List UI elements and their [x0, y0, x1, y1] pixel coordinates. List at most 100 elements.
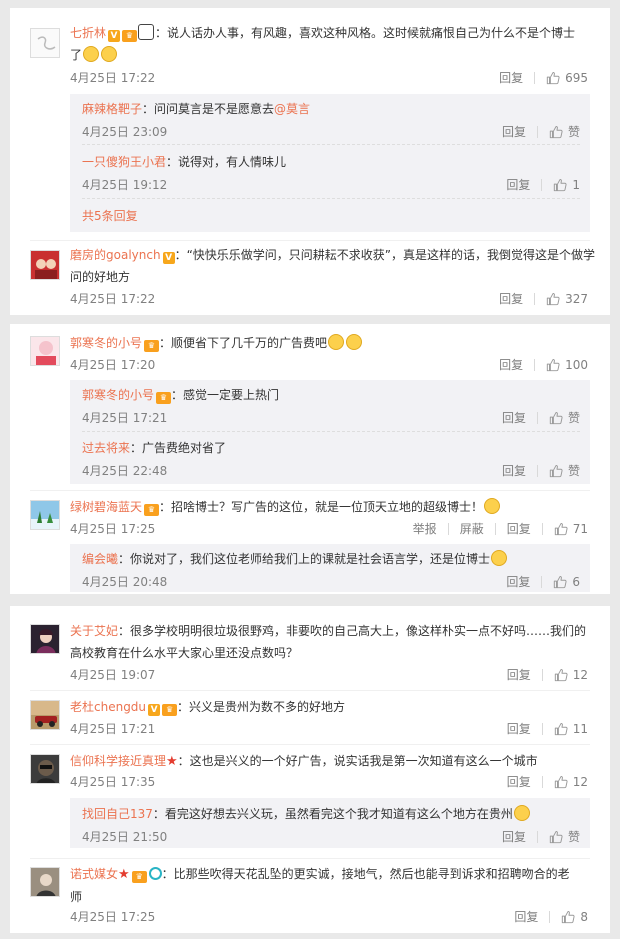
avatar[interactable]	[30, 28, 60, 58]
reply-button[interactable]: 回复	[506, 177, 530, 193]
like-button[interactable]: 12	[554, 667, 588, 683]
user-name[interactable]: 找回自己137	[82, 807, 153, 821]
emoji-icon	[83, 46, 100, 62]
like-button[interactable]: 11	[554, 721, 588, 737]
sub-reply-body: ：说得对，有人情味儿	[166, 155, 287, 169]
thumb-up-icon	[546, 358, 560, 372]
comment-body: ：招啥博士？写广告的这位，就是一位顶天立地的超级博士！	[159, 500, 484, 514]
user-name[interactable]: 郭寒冬的小号	[82, 388, 154, 402]
divider	[549, 911, 551, 923]
divider	[534, 293, 536, 305]
user-name[interactable]: 诺式媒女	[70, 867, 118, 881]
reply-button[interactable]: 回复	[507, 774, 531, 790]
avatar[interactable]	[30, 624, 60, 654]
avatar[interactable]	[30, 867, 60, 897]
sub-reply-actions: 回复 1	[506, 177, 580, 193]
comment-actions: 回复 100	[499, 357, 588, 373]
divider	[536, 465, 538, 477]
avatar[interactable]	[30, 700, 60, 730]
mention-link[interactable]: @莫言	[274, 102, 310, 116]
like-button[interactable]: 赞	[549, 829, 580, 845]
avatar[interactable]	[30, 500, 60, 530]
divider	[30, 858, 590, 859]
user-name[interactable]: 过去将来	[82, 441, 130, 455]
like-button[interactable]: 327	[546, 291, 588, 307]
more-replies-link[interactable]: 共5条回复	[82, 207, 138, 224]
reply-button[interactable]: 回复	[514, 909, 538, 925]
comment-time: 4月25日 17:22	[70, 292, 156, 306]
sub-reply-text: 找回自己137：看完这好想去兴义玩，虽然看完这个我才知道有这么个地方在贵州	[82, 803, 587, 825]
reply-button[interactable]: 回复	[502, 410, 526, 426]
comment-time: 4月25日 17:22	[70, 71, 156, 85]
divider	[30, 490, 590, 491]
like-count: 695	[565, 71, 588, 85]
like-button[interactable]: 6	[553, 574, 580, 590]
thumb-up-icon	[549, 464, 563, 478]
avatar[interactable]	[30, 336, 60, 366]
emoji-icon	[491, 550, 508, 566]
block-button[interactable]: 屏蔽	[460, 521, 484, 537]
sub-reply-actions: 回复 赞	[502, 410, 580, 426]
level-icon: ♛	[122, 30, 138, 42]
like-count: 12	[572, 775, 588, 789]
user-name[interactable]: 一只傻狗王小君	[82, 155, 166, 169]
divider	[30, 240, 590, 241]
sub-reply-body: ：看完这好想去兴义玩，虽然看完这个我才知道有这么个地方在贵州	[152, 807, 513, 821]
comment-text: 绿树碧海蓝天 ♛ ：招啥博士？写广告的这位，就是一位顶天立地的超级博士！	[70, 496, 600, 518]
report-button[interactable]: 举报	[413, 521, 437, 537]
comment-actions: 回复 327	[499, 291, 588, 307]
comment-text: 老杜chengdu V ♛ ：兴义是贵州为数不多的好地方	[70, 696, 600, 718]
user-name[interactable]: 绿树碧海蓝天	[70, 500, 142, 514]
user-name[interactable]: 编会曦	[82, 552, 118, 566]
like-button[interactable]: 1	[553, 177, 580, 193]
user-name[interactable]: 郭寒冬的小号	[70, 336, 142, 350]
comment-panel-3: 关于艾妃：很多学校明明很垃圾很野鸡，非要吹的自己高大上，像这样朴实一点不好吗………	[10, 606, 610, 933]
like-button[interactable]: 100	[546, 357, 588, 373]
user-name[interactable]: 七折林	[70, 26, 106, 40]
like-button[interactable]: 695	[546, 70, 588, 86]
divider	[494, 523, 496, 535]
like-button[interactable]: 71	[554, 521, 588, 537]
reply-button[interactable]: 回复	[502, 463, 526, 479]
like-count: 327	[565, 292, 588, 306]
thumb-up-icon	[553, 575, 567, 589]
sub-reply-text: 过去将来：广告费绝对省了	[82, 437, 582, 459]
comment-time: 4月25日 17:25	[70, 522, 156, 536]
user-name[interactable]: 老杜chengdu	[70, 700, 146, 714]
user-name[interactable]: 信仰科学接近真理	[70, 754, 166, 768]
reply-button[interactable]: 回复	[499, 291, 523, 307]
reply-button[interactable]: 回复	[507, 667, 531, 683]
reply-button[interactable]: 回复	[507, 521, 531, 537]
reply-button[interactable]: 回复	[502, 124, 526, 140]
sub-reply-time: 4月25日 21:50	[82, 830, 168, 844]
user-name[interactable]: 关于艾妃	[70, 624, 118, 638]
star-icon: ★	[166, 754, 178, 769]
sub-reply-actions: 回复 赞	[502, 463, 580, 479]
like-button[interactable]: 12	[554, 774, 588, 790]
like-button[interactable]: 赞	[549, 124, 580, 140]
avatar[interactable]	[30, 754, 60, 784]
user-name[interactable]: 磨房的goalynch	[70, 248, 161, 262]
reply-button[interactable]: 回复	[499, 70, 523, 86]
sub-reply-time: 4月25日 20:48	[82, 575, 168, 589]
like-button[interactable]: 8	[561, 909, 588, 925]
comment-text: 信仰科学接近真理★：这也是兴义的一个好广告，说实话我是第一次知道有这么一个城市	[70, 750, 600, 773]
reply-button[interactable]: 回复	[502, 829, 526, 845]
divider	[447, 523, 449, 535]
reply-button[interactable]: 回复	[506, 574, 530, 590]
avatar[interactable]	[30, 250, 60, 280]
emoji-icon	[138, 24, 155, 40]
sub-reply-box: 郭寒冬的小号 ♛ ：感觉一定要上热门 4月25日 17:21 回复 赞 过去将来：广…	[70, 380, 590, 484]
comment-time: 4月25日 17:35	[70, 775, 156, 789]
user-name[interactable]: 麻辣格靶子	[82, 102, 142, 116]
reply-button[interactable]: 回复	[507, 721, 531, 737]
like-button[interactable]: 赞	[549, 410, 580, 426]
divider	[534, 72, 536, 84]
reply-button[interactable]: 回复	[499, 357, 523, 373]
level-icon: ♛	[162, 704, 178, 716]
sub-reply-body: ：你说对了，我们这位老师给我们上的课就是社会语言学，还是位博士	[118, 552, 491, 566]
like-button[interactable]: 赞	[549, 463, 580, 479]
comment-actions: 回复 12	[507, 774, 588, 790]
level-icon: ♛	[131, 871, 147, 883]
thumb-up-icon	[546, 292, 560, 306]
